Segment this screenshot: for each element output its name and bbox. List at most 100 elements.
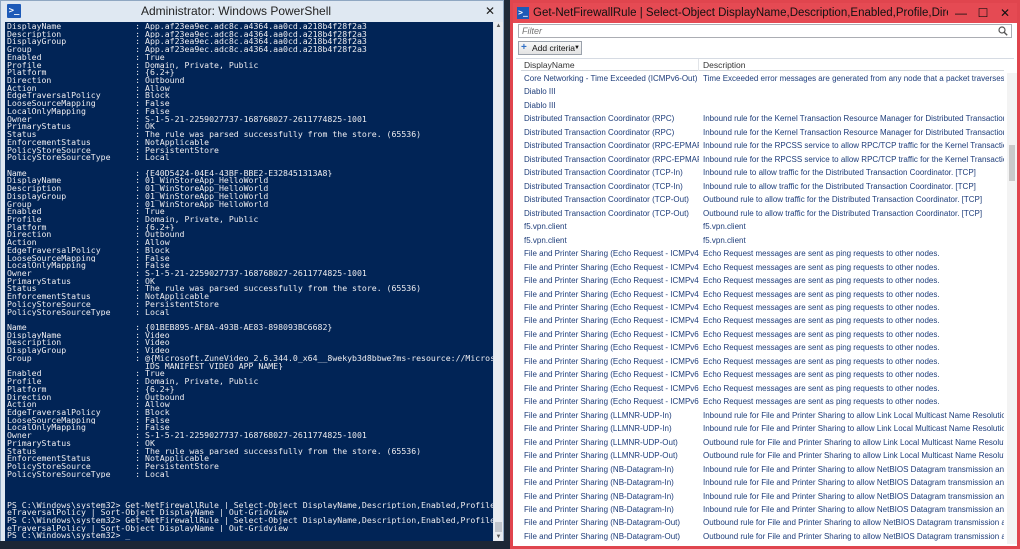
console-line: DisplayName : App.af23ea9ec.adc8c.a4364.… [7, 23, 367, 31]
table-row[interactable]: f5.vpn.client f5.vpn.client [521, 220, 1004, 233]
minimize-icon[interactable]: — [949, 3, 973, 23]
table-row[interactable]: Distributed Transaction Coordinator (RPC… [521, 153, 1004, 166]
add-criteria-button[interactable]: + Add criteria ▼ [518, 41, 582, 55]
cell-displayname: Distributed Transaction Coordinator (RPC… [524, 127, 675, 137]
table-row[interactable]: File and Printer Sharing (NB-Datagram-In… [521, 490, 1004, 503]
cell-description: Echo Request messages are sent as ping r… [703, 383, 940, 393]
cell-description: Inbound rule for the Kernel Transaction … [703, 127, 1004, 137]
table-row[interactable]: File and Printer Sharing (NB-Datagram-In… [521, 503, 1004, 516]
cell-description: Echo Request messages are sent as ping r… [703, 249, 940, 259]
console-line: PS C:\Windows\system32> _ [7, 532, 131, 541]
console-line: DisplayGroup : App.af23ea9ec.adc8c.a4364… [7, 38, 367, 47]
table-row[interactable]: Core Networking - Time Exceeded (ICMPv6-… [521, 72, 1004, 85]
column-header-description[interactable]: Description [700, 59, 1004, 71]
table-row[interactable]: File and Printer Sharing (Echo Request -… [521, 395, 1004, 408]
cell-displayname: File and Printer Sharing (Echo Request -… [524, 262, 699, 272]
console-line: Description : App.af23ea9ec.adc8c.a4364.… [7, 30, 367, 39]
table-row[interactable]: File and Printer Sharing (Echo Request -… [521, 355, 1004, 368]
console-line: EnforcementStatus : NotApplicable [7, 455, 210, 463]
gridview-title: Get-NetFirewallRule | Select-Object Disp… [533, 7, 948, 19]
table-row[interactable]: File and Printer Sharing (Echo Request -… [521, 274, 1004, 287]
table-row[interactable]: File and Printer Sharing (Echo Request -… [521, 288, 1004, 301]
table-row[interactable]: File and Printer Sharing (NB-Datagram-In… [521, 463, 1004, 476]
cell-displayname: File and Printer Sharing (Echo Request -… [524, 329, 699, 339]
filter-box[interactable] [518, 24, 1012, 38]
table-row[interactable]: Distributed Transaction Coordinator (RPC… [521, 112, 1004, 125]
table-row[interactable]: File and Printer Sharing (Echo Request -… [521, 301, 1004, 314]
console-line: Profile : Domain, Private, Public [7, 215, 259, 224]
console-line: PrimaryStatus : OK [7, 439, 155, 448]
scroll-up-icon[interactable]: ▲ [494, 22, 503, 31]
table-row[interactable]: File and Printer Sharing (Echo Request -… [521, 341, 1004, 354]
table-row[interactable]: File and Printer Sharing (NB-Datagram-Ou… [521, 516, 1004, 529]
console-line: DisplayName : Video [7, 331, 170, 340]
table-row[interactable]: File and Printer Sharing (NB-Datagram-Ou… [521, 543, 1004, 544]
table-row[interactable]: Diablo III [521, 99, 1004, 112]
close-icon[interactable]: ✕ [477, 1, 503, 21]
table-row[interactable]: Distributed Transaction Coordinator (TCP… [521, 180, 1004, 193]
cell-description: Echo Request messages are sent as ping r… [703, 370, 940, 380]
console-output[interactable]: DisplayName : App.af23ea9ec.adc8c.a4364.… [5, 22, 493, 542]
console-line: EnforcementStatus : NotApplicable [7, 293, 210, 301]
console-scrollbar[interactable]: ▲ ▼ [494, 22, 503, 542]
table-row[interactable]: File and Printer Sharing (NB-Datagram-In… [521, 476, 1004, 489]
table-row[interactable]: Distributed Transaction Coordinator (TCP… [521, 193, 1004, 206]
table-row[interactable]: f5.vpn.client f5.vpn.client [521, 234, 1004, 247]
table-row[interactable]: Distributed Transaction Coordinator (RPC… [521, 139, 1004, 152]
table-row[interactable]: File and Printer Sharing (LLMNR-UDP-In) I… [521, 409, 1004, 422]
maximize-icon[interactable]: ☐ [971, 3, 995, 23]
console-line: Owner : S-1-5-21-2259027737-168768027-26… [7, 432, 367, 440]
cell-displayname: File and Printer Sharing (NB-Datagram-In… [524, 464, 674, 474]
powershell-titlebar[interactable]: >_ Administrator: Windows PowerShell ✕ [1, 1, 503, 21]
console-line: Status : The rule was parsed successfull… [7, 285, 422, 294]
cell-displayname: Distributed Transaction Coordinator (TCP… [524, 195, 689, 205]
scrollbar-thumb[interactable] [495, 522, 502, 532]
cell-description: Echo Request messages are sent as ping r… [703, 262, 940, 272]
console-line: Enabled : True [7, 370, 165, 379]
cell-displayname: File and Printer Sharing (Echo Request -… [524, 383, 699, 393]
close-icon[interactable]: ✕ [993, 3, 1017, 23]
column-header-displayname[interactable]: DisplayName [521, 59, 699, 71]
table-row[interactable]: File and Printer Sharing (NB-Datagram-Ou… [521, 530, 1004, 543]
table-row[interactable]: File and Printer Sharing (Echo Request -… [521, 261, 1004, 274]
console-line: PolicyStoreSourceType : Local [7, 470, 170, 479]
cell-description: Inbound rule for File and Printer Sharin… [703, 410, 1004, 420]
cell-displayname: File and Printer Sharing (NB-Datagram-In… [524, 491, 674, 501]
console-line: Direction : Outbound [7, 77, 185, 85]
gridview-titlebar[interactable]: >_ Get-NetFirewallRule | Select-Object D… [513, 3, 1017, 23]
table-row[interactable]: Distributed Transaction Coordinator (TCP… [521, 166, 1004, 179]
cell-displayname: Distributed Transaction Coordinator (RPC… [524, 154, 699, 164]
cell-description: Outbound rule for File and Printer Shari… [703, 531, 1004, 541]
table-row[interactable]: Distributed Transaction Coordinator (TCP… [521, 207, 1004, 220]
table-row[interactable]: File and Printer Sharing (Echo Request -… [521, 382, 1004, 395]
table-row[interactable]: File and Printer Sharing (LLMNR-UDP-In) I… [521, 422, 1004, 435]
table-row[interactable]: File and Printer Sharing (LLMNR-UDP-Out)… [521, 436, 1004, 449]
table-row[interactable]: File and Printer Sharing (Echo Request -… [521, 314, 1004, 327]
console-line: Direction : Outbound [7, 393, 185, 402]
cell-displayname: File and Printer Sharing (NB-Datagram-In… [524, 478, 674, 488]
console-line: Profile : Domain, Private, Public [7, 378, 259, 386]
cell-description: Echo Request messages are sent as ping r… [703, 356, 940, 366]
table-row[interactable]: File and Printer Sharing (Echo Request -… [521, 328, 1004, 341]
console-line: PolicyStoreSourceType : Local [7, 308, 170, 317]
table-row[interactable]: File and Printer Sharing (LLMNR-UDP-Out)… [521, 449, 1004, 462]
console-line: PolicyStoreSource : PersistentStore [7, 300, 219, 309]
console-line: Enabled : True [7, 53, 165, 62]
scrollbar-thumb[interactable] [1009, 145, 1015, 181]
add-criteria-label: Add criteria [532, 43, 575, 53]
table-row[interactable]: File and Printer Sharing (Echo Request -… [521, 368, 1004, 381]
console-line: PS C:\Windows\system32> Get-NetFirewallR… [7, 501, 493, 510]
cell-description: Outbound rule to allow traffic for the D… [703, 195, 983, 205]
cell-displayname: Diablo III [524, 100, 556, 110]
filter-input[interactable] [519, 25, 999, 37]
table-row[interactable]: File and Printer Sharing (Echo Request -… [521, 247, 1004, 260]
table-row[interactable]: Distributed Transaction Coordinator (RPC… [521, 126, 1004, 139]
console-line: IDS_MANIFEST_VIDEO_APP_NAME} [7, 362, 284, 371]
table-row[interactable]: Diablo III [521, 85, 1004, 98]
cell-displayname: File and Printer Sharing (LLMNR-UDP-Out) [524, 451, 678, 461]
search-icon[interactable] [998, 26, 1008, 36]
grid-scrollbar[interactable] [1007, 73, 1017, 544]
cell-description: Inbound rule for File and Printer Sharin… [703, 505, 1004, 514]
console-line: EdgeTraversalPolicy : Block [7, 246, 170, 255]
